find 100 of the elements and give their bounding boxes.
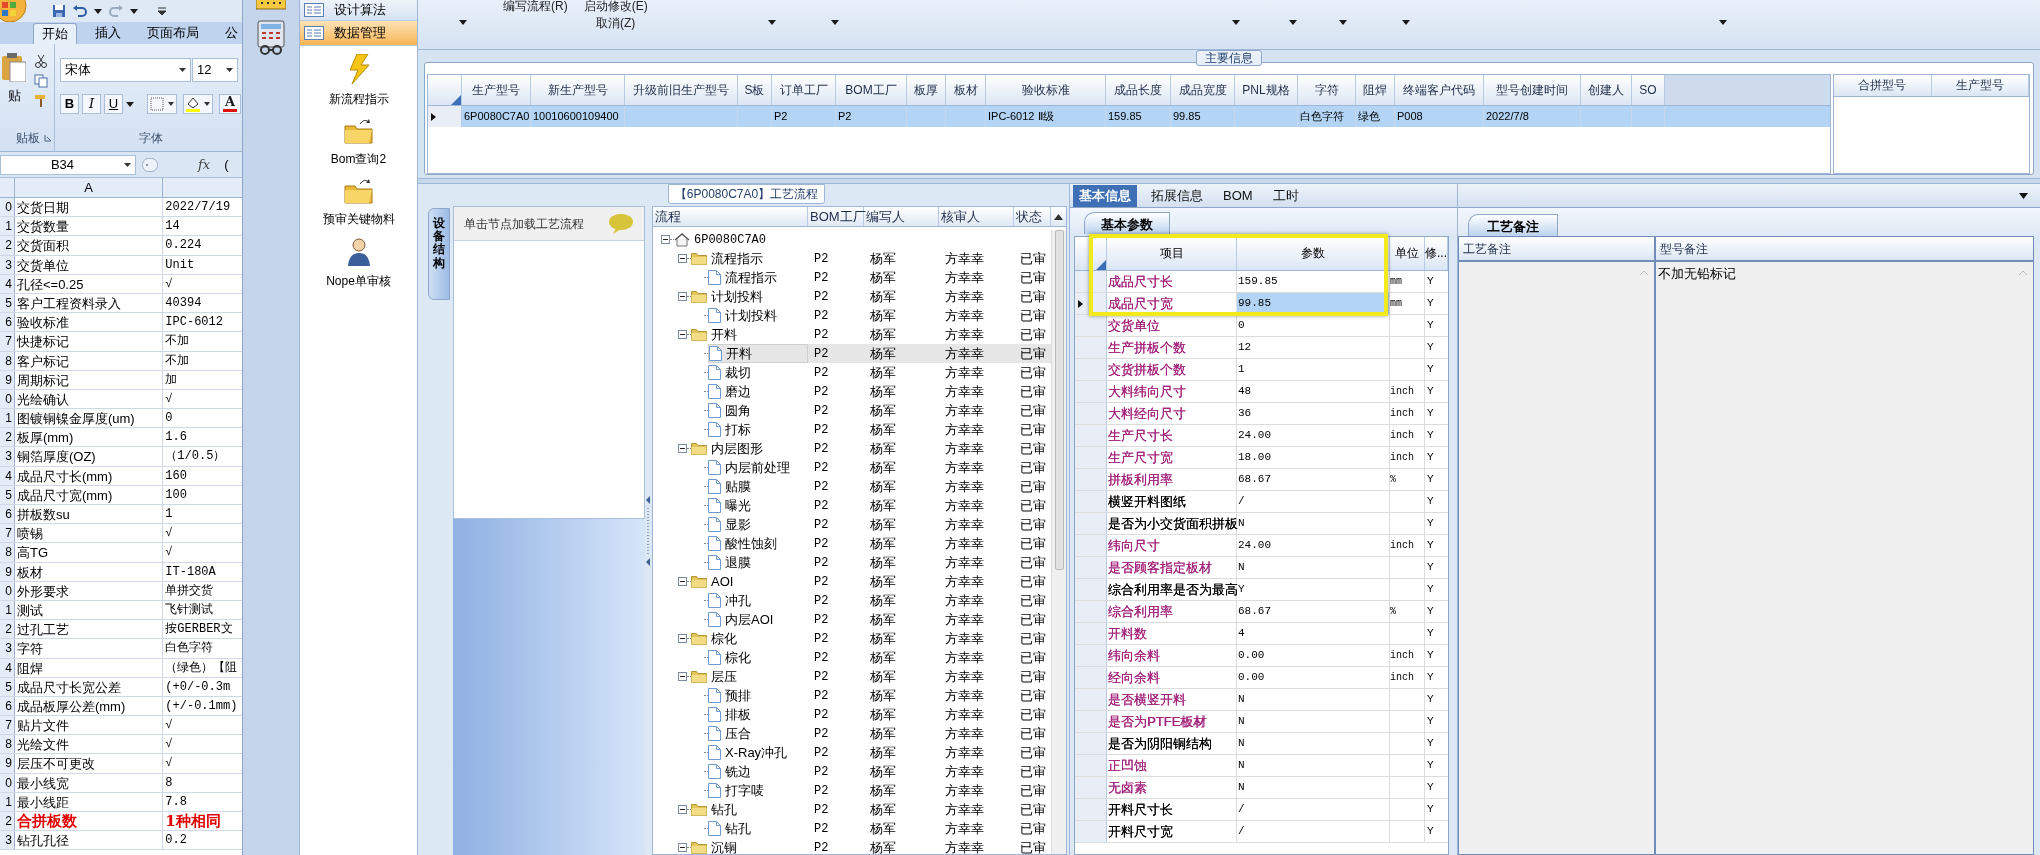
column-header[interactable]: 成品长度 (1106, 75, 1171, 105)
nav-item[interactable]: 数据管理 (300, 20, 417, 46)
value-cell[interactable]: 1 (1237, 359, 1390, 380)
collapse-icon[interactable] (661, 235, 670, 244)
customize-toolbar-icon[interactable] (158, 7, 166, 15)
tree-item[interactable]: 钻孔 (708, 819, 808, 838)
column-header[interactable]: S板 (738, 75, 772, 105)
column-header[interactable]: 字符 (1298, 75, 1356, 105)
column-header[interactable]: 板材 (946, 75, 986, 105)
ribbon-tab[interactable]: 页面布局 (139, 23, 207, 44)
value-cell[interactable]: 24.00 (1237, 425, 1390, 446)
ribbon-tab[interactable]: 公 (217, 23, 242, 44)
column-header[interactable]: 参数 (1237, 237, 1390, 270)
dialog-launcher-icon[interactable] (44, 134, 52, 142)
format-button[interactable]: B (60, 94, 79, 114)
column-header[interactable]: 阻焊 (1356, 75, 1395, 105)
launcher-label[interactable]: Nope单审核 (326, 271, 391, 290)
column-header[interactable]: 板厚 (907, 75, 946, 105)
column-header[interactable]: 流程 (653, 207, 808, 226)
dropdown-arrow-icon[interactable] (2019, 192, 2028, 199)
value-cell[interactable]: 159.85 (1237, 271, 1390, 292)
value-cell[interactable]: 68.67 (1237, 469, 1390, 490)
launcher-label[interactable]: 预审关键物料 (322, 209, 395, 228)
tree-item[interactable]: 内层AOI (708, 610, 808, 629)
detail-tab[interactable]: 基本信息 (1073, 185, 1137, 207)
tree-item[interactable]: 酸性蚀刻 (708, 534, 808, 553)
nav-item[interactable]: 设计算法 (300, 0, 417, 21)
value-cell[interactable]: N (1237, 689, 1390, 710)
column-header[interactable]: 生产型号 (462, 75, 531, 105)
ribbon-tab[interactable]: 插入 (87, 23, 129, 44)
dropdown-arrow-icon[interactable] (126, 101, 134, 107)
column-header[interactable]: 核审人 (939, 207, 1014, 226)
value-cell[interactable]: 0.00 (1237, 645, 1390, 666)
dropdown-arrow-icon[interactable] (1338, 20, 1347, 25)
notes-field[interactable]: 不加无铅标记 (1656, 262, 2033, 854)
collapse-icon[interactable] (678, 254, 687, 263)
tree-item[interactable]: 预排 (708, 686, 808, 705)
tree-item[interactable]: 排板 (708, 705, 808, 724)
font-name-field[interactable]: 宋体 (60, 58, 191, 82)
menu-item[interactable]: 取消(Z) (596, 17, 636, 30)
dropdown-arrow-icon[interactable] (179, 68, 186, 72)
folder-icon[interactable] (343, 117, 374, 144)
tree-item[interactable]: X-Ray冲孔 (708, 743, 808, 762)
column-header[interactable]: PNL规格 (1235, 75, 1298, 105)
menu-item[interactable]: 编写流程(R) (503, 0, 568, 13)
detail-tab[interactable]: 拓展信息 (1145, 185, 1209, 207)
format-button[interactable]: U (104, 94, 123, 114)
detail-tab[interactable]: 工时 (1266, 185, 1305, 207)
value-cell[interactable]: 36 (1237, 403, 1390, 424)
name-box[interactable]: B34 (0, 154, 136, 175)
collapse-icon[interactable] (678, 843, 687, 852)
column-header[interactable]: BOM工厂 (836, 75, 907, 105)
lightning-icon[interactable] (347, 53, 370, 84)
dropdown-arrow-icon[interactable] (459, 20, 467, 25)
dropdown-arrow-icon[interactable] (767, 20, 776, 25)
paste-label[interactable]: 贴 (7, 86, 21, 106)
tree-item[interactable]: 压合 (708, 724, 808, 743)
tree-item[interactable]: 退膜 (708, 553, 808, 572)
value-cell[interactable]: N (1237, 755, 1390, 776)
column-header[interactable]: 新生产型号 (531, 75, 625, 105)
column-header[interactable]: 状态 (1014, 207, 1051, 226)
function-button[interactable]: fx (198, 154, 211, 175)
dropdown-arrow-icon[interactable] (124, 162, 131, 167)
tree-item[interactable]: 显影 (708, 515, 808, 534)
tree-item[interactable]: 钻孔 (691, 800, 808, 819)
value-cell[interactable]: 68.67 (1237, 601, 1390, 622)
column-header[interactable]: 成品宽度 (1171, 75, 1235, 105)
tree-item[interactable]: 铣边 (708, 762, 808, 781)
column-header[interactable]: 修... (1425, 237, 1448, 270)
tree-item[interactable]: 层压 (691, 667, 808, 686)
format-button[interactable]: I (82, 94, 101, 114)
tree-item[interactable]: 6P0080C7A0 (674, 230, 808, 249)
value-cell[interactable]: N (1237, 777, 1390, 798)
save-icon[interactable] (52, 4, 66, 18)
column-header[interactable]: 创建人 (1581, 75, 1632, 105)
value-cell[interactable]: N (1237, 513, 1390, 534)
value-cell[interactable]: N (1237, 711, 1390, 732)
column-header[interactable]: 订单工厂 (772, 75, 836, 105)
table-row[interactable]: 6P0080C7A0 10010600109400 P2 P2 IPC-6012 Ⅱ级 159.85 99.85 白色字符 绿色 P008 2022/7/8 (428, 106, 1830, 127)
fill-color-icon[interactable] (183, 94, 213, 114)
tree-item[interactable]: 棕化 (708, 648, 808, 667)
collapse-icon[interactable] (678, 577, 687, 586)
side-tab[interactable]: 设备结构 (428, 208, 450, 300)
folder-icon[interactable] (343, 177, 374, 204)
tree-item[interactable]: 圆角 (708, 401, 808, 420)
column-header[interactable]: 工艺备注 (1463, 239, 1511, 258)
dropdown-arrow-icon[interactable] (830, 20, 839, 25)
value-cell[interactable]: 24.00 (1237, 535, 1390, 556)
tree-item[interactable]: 内层前处理 (708, 458, 808, 477)
tree-item[interactable]: 流程指示 (708, 268, 808, 287)
menu-item[interactable]: 启动修改(E) (583, 0, 648, 13)
value-cell[interactable]: N (1237, 557, 1390, 578)
notes-tab[interactable]: 工艺备注 (1468, 214, 1558, 236)
undo-icon[interactable] (72, 4, 88, 18)
value-cell[interactable]: / (1237, 799, 1390, 820)
launcher-label[interactable]: Bom查询2 (330, 149, 387, 168)
ribbon-tab[interactable]: 开始 (33, 23, 77, 44)
value-cell[interactable]: N (1237, 733, 1390, 754)
tree-item[interactable]: 冲孔 (708, 591, 808, 610)
value-cell[interactable]: Y (1237, 579, 1390, 600)
